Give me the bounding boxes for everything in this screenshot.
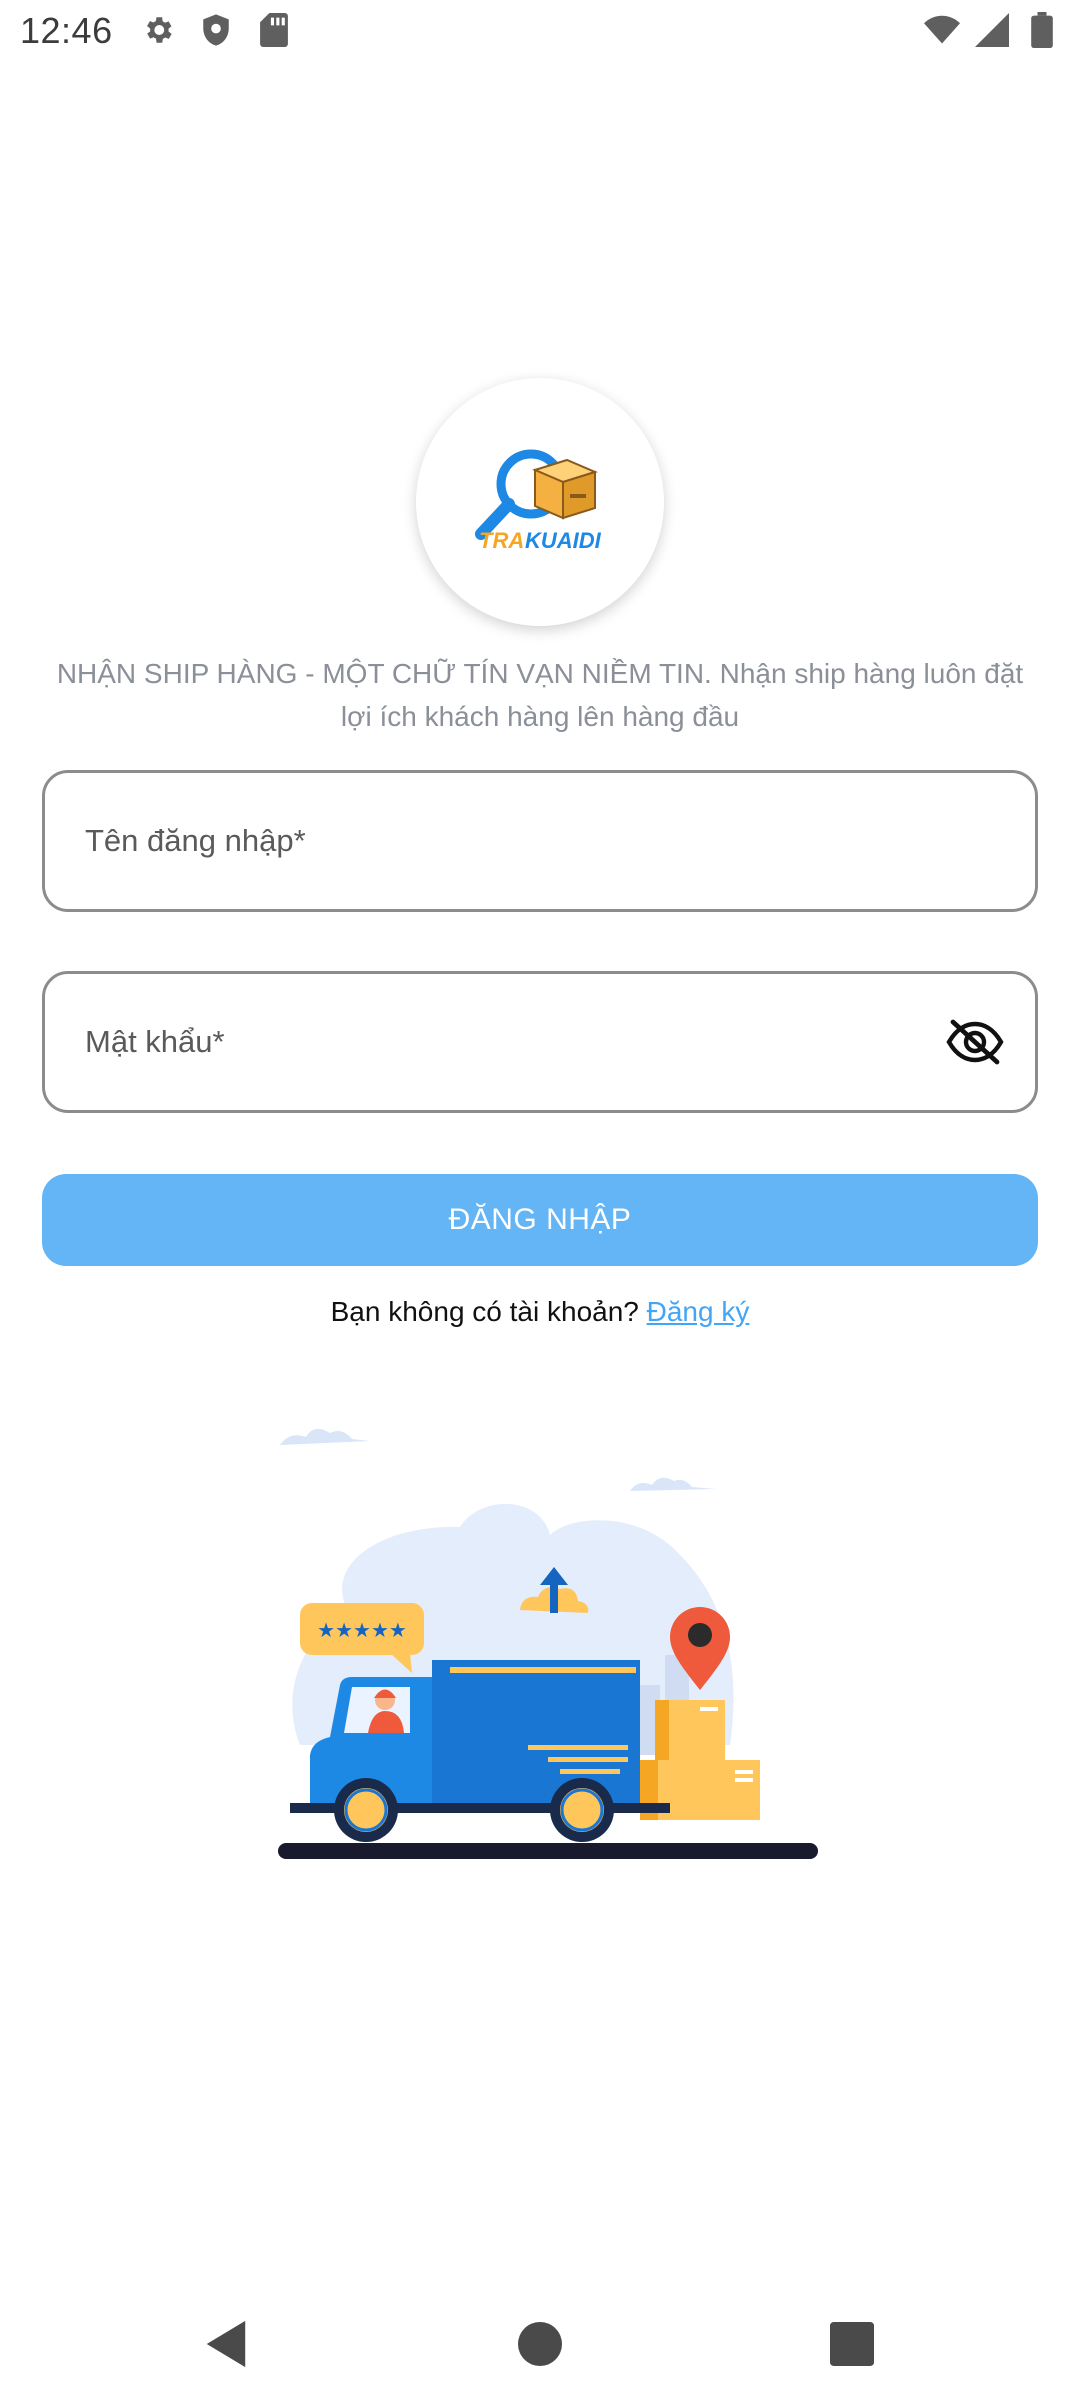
app-logo: TRA KUAIDI xyxy=(416,378,664,626)
status-time: 12:46 xyxy=(20,10,113,51)
eye-off-icon xyxy=(946,1019,1004,1065)
trakuaidi-logo-icon: TRA KUAIDI xyxy=(475,449,602,553)
password-placeholder: Mật khẩu* xyxy=(85,1024,225,1059)
shield-icon xyxy=(198,12,234,48)
username-field[interactable]: Tên đăng nhập* xyxy=(42,770,1038,912)
recents-icon xyxy=(830,2322,874,2366)
wifi-icon xyxy=(924,12,960,48)
delivery-truck-illustration: ★★★★★ xyxy=(278,1428,818,1859)
rating-stars: ★★★★★ xyxy=(317,1618,407,1642)
svg-text:TRA: TRA xyxy=(479,528,524,553)
nav-back-button[interactable] xyxy=(196,2314,256,2374)
navigation-bar xyxy=(0,2290,1080,2400)
cloud-icon xyxy=(280,1428,370,1445)
sd-card-icon xyxy=(256,12,292,48)
signup-prompt: Bạn không có tài khoản? xyxy=(330,1296,647,1327)
username-placeholder: Tên đăng nhập* xyxy=(85,823,306,858)
settings-icon xyxy=(140,12,176,48)
nav-recents-button[interactable] xyxy=(822,2314,882,2374)
status-icons-right xyxy=(924,12,1060,48)
password-field[interactable]: Mật khẩu* xyxy=(42,971,1038,1113)
tagline: NHẬN SHIP HÀNG - MỘT CHỮ TÍN VẠN NIỀM TI… xyxy=(56,658,1024,732)
status-bar: 12:46 xyxy=(0,0,1080,64)
signup-link[interactable]: Đăng ký xyxy=(647,1296,750,1327)
svg-text:KUAIDI: KUAIDI xyxy=(525,528,602,553)
login-button[interactable]: ĐĂNG NHẬP xyxy=(42,1174,1038,1266)
cellular-signal-icon xyxy=(974,12,1010,48)
nav-home-button[interactable] xyxy=(510,2314,570,2374)
signup-row: Bạn không có tài khoản? Đăng ký xyxy=(0,1296,1080,1328)
toggle-password-visibility-button[interactable] xyxy=(943,1010,1007,1074)
home-icon xyxy=(518,2322,562,2366)
ground-line xyxy=(278,1843,818,1859)
cloud-icon xyxy=(630,1477,716,1491)
parcel-boxes xyxy=(640,1700,760,1820)
status-icons-left xyxy=(140,12,292,48)
truck xyxy=(290,1660,670,1842)
back-icon xyxy=(206,2320,246,2368)
battery-icon xyxy=(1024,12,1060,48)
